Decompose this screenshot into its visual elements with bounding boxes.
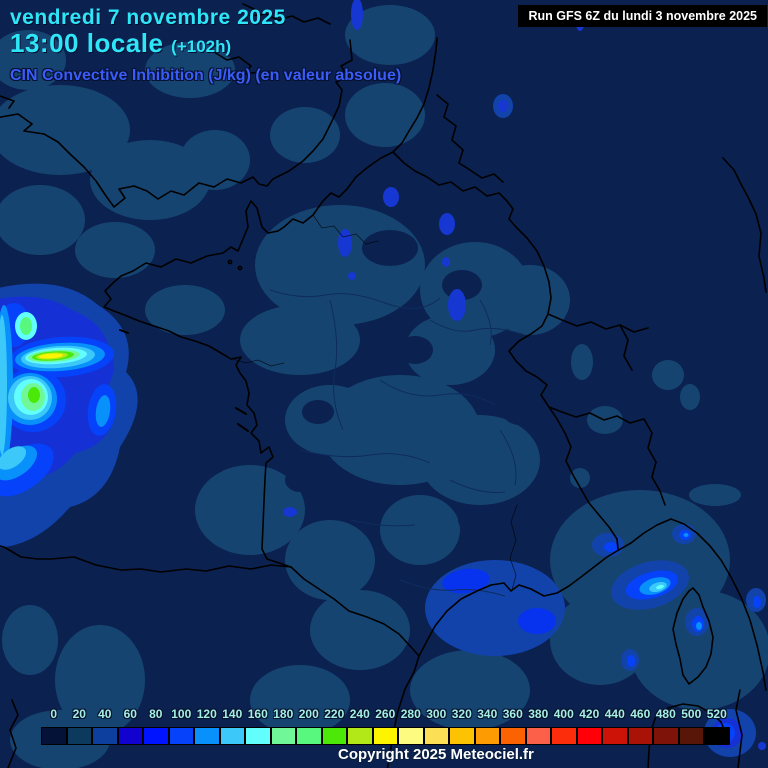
legend-value: 80 <box>149 707 163 721</box>
legend-color-cell <box>678 727 704 745</box>
legend-color-cell <box>525 727 551 745</box>
legend-value: 180 <box>273 707 294 721</box>
legend-entry: 60 <box>117 707 143 745</box>
legend-value: 240 <box>349 707 370 721</box>
legend-entry: 320 <box>449 707 475 745</box>
legend-value: 460 <box>630 707 651 721</box>
legend-color-cell <box>398 727 424 745</box>
legend-color-cell <box>449 727 475 745</box>
legend-entry: 340 <box>474 707 500 745</box>
legend-color-cell <box>500 727 526 745</box>
legend-entry: 520 <box>704 707 730 745</box>
legend-color-cell <box>372 727 398 745</box>
legend-color-cell <box>704 727 730 745</box>
legend-value: 500 <box>681 707 702 721</box>
legend-value: 480 <box>655 707 676 721</box>
legend-color-cell <box>117 727 143 745</box>
legend-entry: 160 <box>245 707 271 745</box>
legend-entry: 360 <box>500 707 526 745</box>
legend-entry: 20 <box>66 707 92 745</box>
legend-value: 40 <box>98 707 112 721</box>
legend-value: 220 <box>324 707 345 721</box>
legend-color-cell <box>143 727 169 745</box>
legend-color-cell <box>653 727 679 745</box>
legend-entry: 100 <box>168 707 194 745</box>
legend-entry: 260 <box>372 707 398 745</box>
legend-color-cell <box>194 727 220 745</box>
legend-color-cell <box>296 727 322 745</box>
legend-value: 200 <box>298 707 319 721</box>
legend-value: 340 <box>477 707 498 721</box>
legend-color-cell <box>321 727 347 745</box>
local-time: 13:00 locale <box>10 28 164 58</box>
legend-color-cell <box>92 727 118 745</box>
legend-value: 520 <box>706 707 727 721</box>
legend-entry: 140 <box>219 707 245 745</box>
legend-entry: 40 <box>92 707 118 745</box>
legend-entry: 420 <box>576 707 602 745</box>
cin-map <box>0 0 768 768</box>
legend-entry: 440 <box>602 707 628 745</box>
legend-entry: 380 <box>525 707 551 745</box>
valid-time-title: 13:00 locale (+102h) <box>10 28 232 58</box>
legend-value: 420 <box>579 707 600 721</box>
legend-value: 60 <box>123 707 137 721</box>
legend-color-cell <box>602 727 628 745</box>
legend-value: 320 <box>451 707 472 721</box>
legend-entry: 80 <box>143 707 169 745</box>
legend-entry: 500 <box>678 707 704 745</box>
date-title: vendredi 7 novembre 2025 <box>10 6 286 29</box>
legend-color-cell <box>270 727 296 745</box>
legend-value: 260 <box>375 707 396 721</box>
legend-color-cell <box>168 727 194 745</box>
legend-entry: 480 <box>653 707 679 745</box>
legend-color-cell <box>66 727 92 745</box>
legend-color-cell <box>41 727 67 745</box>
legend-value: 360 <box>502 707 523 721</box>
legend-entry: 200 <box>296 707 322 745</box>
legend-entry: 240 <box>347 707 373 745</box>
legend-value: 380 <box>528 707 549 721</box>
legend-color-cell <box>627 727 653 745</box>
copyright-text: Copyright 2025 Meteociel.fr <box>338 746 534 763</box>
weather-map-page: vendredi 7 novembre 2025 13:00 locale (+… <box>0 0 768 768</box>
legend-color-cell <box>347 727 373 745</box>
legend-value: 300 <box>426 707 447 721</box>
legend-value: 140 <box>222 707 243 721</box>
model-run-info: Run GFS 6Z du lundi 3 novembre 2025 <box>518 5 767 27</box>
legend-color-cell <box>576 727 602 745</box>
legend-entry: 280 <box>398 707 424 745</box>
legend-value: 100 <box>171 707 192 721</box>
legend-color-cell <box>219 727 245 745</box>
legend-entry: 0 <box>41 707 67 745</box>
legend-entry: 300 <box>423 707 449 745</box>
legend-value: 440 <box>604 707 625 721</box>
legend-value: 0 <box>50 707 58 721</box>
legend: 0 20 40 60 80 100 120 140 160 180 200 220 240 260 280 3… <box>41 707 730 745</box>
legend-color-cell <box>245 727 271 745</box>
parameter-title: CIN Convective Inhibition (J/kg) (en val… <box>10 67 402 84</box>
legend-value: 160 <box>247 707 268 721</box>
legend-entry: 180 <box>270 707 296 745</box>
legend-color-cell <box>551 727 577 745</box>
legend-entry: 460 <box>627 707 653 745</box>
legend-value: 20 <box>72 707 86 721</box>
legend-entry: 120 <box>194 707 220 745</box>
forecast-offset: (+102h) <box>171 37 232 56</box>
legend-value: 120 <box>196 707 217 721</box>
legend-value: 280 <box>400 707 421 721</box>
legend-color-cell <box>423 727 449 745</box>
legend-color-cell <box>474 727 500 745</box>
legend-entry: 220 <box>321 707 347 745</box>
legend-entry: 400 <box>551 707 577 745</box>
legend-value: 400 <box>553 707 574 721</box>
